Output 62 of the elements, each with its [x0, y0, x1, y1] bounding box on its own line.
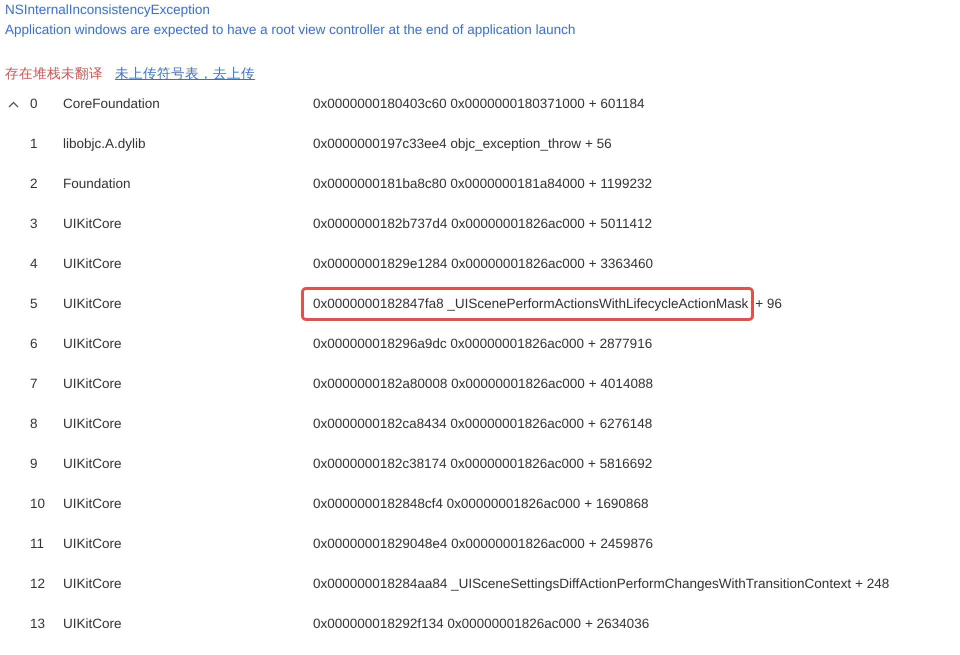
module-name: UIKitCore	[63, 294, 123, 313]
frame-symbol: 0x0000000197c33ee4 objc_exception_throw	[313, 134, 581, 153]
frame-offset: + 3363460	[588, 254, 653, 273]
chevron-up-icon	[8, 100, 18, 108]
frame-offset: + 1690868	[584, 494, 648, 513]
module-name: CoreFoundation	[63, 94, 161, 113]
module-name: UIKitCore	[63, 454, 123, 473]
frame-index: 3	[29, 214, 39, 233]
module-name: UIKitCore	[63, 254, 123, 273]
module-name: libobjc.A.dylib	[63, 134, 147, 153]
module-name: Foundation	[63, 174, 132, 193]
frame-index: 6	[29, 334, 39, 353]
module-name: UIKitCore	[63, 494, 123, 513]
frame-index: 13	[29, 614, 46, 633]
frame-symbol: 0x000000018292f134 0x00000001826ac000	[313, 614, 582, 633]
frame-index: 0	[29, 94, 39, 113]
frame-symbol: 0x00000001829e1284 0x00000001826ac000	[313, 254, 585, 273]
warning-text: 存在堆栈未翻译	[5, 64, 103, 83]
frame-offset: + 6276148	[588, 414, 652, 433]
frame-index: 8	[29, 414, 39, 433]
frame-index: 2	[29, 174, 39, 193]
highlighted-symbol: 0x0000000182847fa8 _UIScenePerformActionsWithLifecycleActionMask	[301, 286, 754, 322]
frame-index: 1	[29, 134, 39, 153]
exception-name: NSInternalInconsistencyException	[5, 1, 211, 19]
collapse-toggle[interactable]	[8, 100, 18, 108]
frame-symbol: 0x000000018284aa84 _UISceneSettingsDiffActionPerformChangesWithTransitionContext	[313, 574, 852, 593]
frame-offset: + 96	[755, 294, 782, 313]
frame-symbol: 0x000000018296a9dc 0x00000001826ac000	[313, 334, 584, 353]
exception-reason: Application windows are expected to have a root view controller at the end of application launch	[5, 21, 576, 39]
frame-index: 10	[29, 494, 46, 513]
frame-symbol: 0x0000000182c38174 0x00000001826ac000	[313, 454, 584, 473]
frame-symbol: 0x0000000181ba8c80 0x0000000181a84000	[313, 174, 585, 193]
frame-offset: + 601184	[588, 94, 644, 113]
module-name: UIKitCore	[63, 534, 123, 553]
frame-offset: + 2634036	[585, 614, 650, 633]
frame-offset: + 2459876	[588, 534, 653, 553]
module-name: UIKitCore	[63, 574, 123, 593]
frame-symbol: 0x00000001829048e4 0x00000001826ac000	[313, 534, 585, 553]
module-name: UIKitCore	[63, 414, 123, 433]
frame-symbol: 0x0000000182848cf4 0x00000001826ac000	[313, 494, 580, 513]
frame-index: 12	[29, 574, 46, 593]
frame-index: 9	[29, 454, 39, 473]
frame-index: 4	[29, 254, 39, 273]
frame-offset: + 4014088	[588, 374, 653, 393]
frame-offset: + 2877916	[588, 334, 652, 353]
frame-symbol: 0x0000000180403c60 0x0000000180371000	[313, 94, 585, 113]
frame-offset: + 5011412	[588, 214, 652, 233]
module-name: UIKitCore	[63, 374, 123, 393]
module-name: UIKitCore	[63, 214, 123, 233]
module-name: UIKitCore	[63, 614, 123, 633]
frame-index: 7	[29, 374, 39, 393]
frame-offset: + 1199232	[588, 174, 652, 193]
frame-offset: + 248	[855, 574, 890, 593]
frame-offset: + 5816692	[588, 454, 652, 473]
frame-symbol: 0x0000000182a80008 0x00000001826ac000	[313, 374, 585, 393]
module-name: UIKitCore	[63, 334, 123, 353]
frame-symbol: 0x0000000182b737d4 0x00000001826ac000	[313, 214, 585, 233]
frame-index: 11	[29, 534, 46, 553]
upload-link[interactable]: 未上传符号表，去上传	[115, 64, 255, 84]
frame-index: 5	[29, 294, 39, 313]
frame-offset: + 56	[584, 134, 612, 153]
frame-symbol: 0x0000000182ca8434 0x00000001826ac000	[313, 414, 584, 433]
